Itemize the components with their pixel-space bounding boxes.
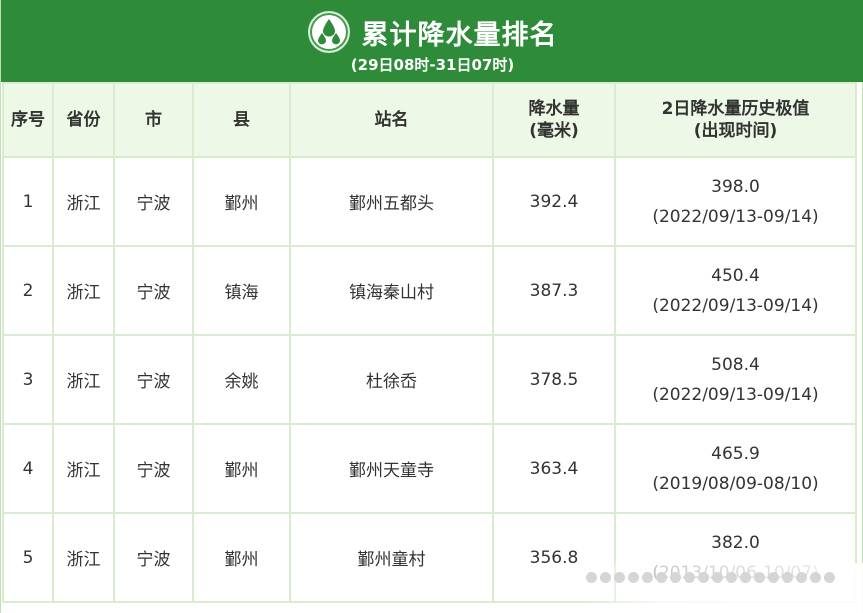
dot-icon bbox=[586, 572, 597, 583]
dot-icon bbox=[614, 572, 625, 583]
page-title: 累计降水量排名 bbox=[361, 19, 558, 51]
column-header-rank: 序号 bbox=[2, 82, 54, 158]
dot-icon bbox=[628, 572, 639, 583]
table-header-row: 序号 省份 市 县 站名 降水量 (毫米) 2日降水量历史极值 (出现时间) bbox=[2, 82, 857, 158]
column-header-history: 2日降水量历史极值 (出现时间) bbox=[614, 82, 857, 158]
column-header-station: 站名 bbox=[289, 82, 494, 158]
cell-province: 浙江 bbox=[52, 423, 115, 514]
dot-icon bbox=[670, 572, 681, 583]
cell-station: 鄞州五都头 bbox=[289, 156, 494, 247]
dot-icon bbox=[656, 572, 667, 583]
history-value: 450.4 bbox=[711, 265, 760, 286]
dot-icon bbox=[698, 572, 709, 583]
cell-county: 鄞州 bbox=[192, 156, 291, 247]
title-banner: 累计降水量排名 (29日08时-31日07时) bbox=[1, 0, 863, 82]
column-header-precip: 降水量 (毫米) bbox=[492, 82, 616, 158]
dot-icon bbox=[754, 572, 765, 583]
cell-province: 浙江 bbox=[52, 156, 115, 247]
history-value: 398.0 bbox=[711, 176, 760, 197]
cell-city: 宁波 bbox=[113, 423, 194, 514]
cell-history: 465.9 (2019/08/09-08/10) bbox=[614, 423, 857, 514]
history-header-line1: 2日降水量历史极值 bbox=[661, 99, 810, 119]
cell-precip: 363.4 bbox=[492, 423, 616, 514]
dot-icon bbox=[796, 572, 807, 583]
dot-icon bbox=[740, 572, 751, 583]
history-value: 508.4 bbox=[711, 354, 760, 375]
cell-station: 杜徐岙 bbox=[289, 334, 494, 425]
more-dots-indicator bbox=[586, 572, 835, 583]
column-header-province: 省份 bbox=[52, 82, 115, 158]
history-date: (2022/09/13-09/14) bbox=[652, 206, 819, 227]
image-fade-overlay bbox=[576, 563, 863, 613]
cell-county: 余姚 bbox=[192, 334, 291, 425]
cell-county: 镇海 bbox=[192, 245, 291, 336]
cell-history: 450.4 (2022/09/13-09/14) bbox=[614, 245, 857, 336]
history-date: (2022/09/13-09/14) bbox=[652, 295, 819, 316]
cell-history: 398.0 (2022/09/13-09/14) bbox=[614, 156, 857, 247]
title-row: 累计降水量排名 bbox=[1, 10, 863, 54]
table-row: 2 浙江 宁波 镇海 镇海秦山村 387.3 450.4 (2022/09/13… bbox=[2, 245, 857, 336]
dot-icon bbox=[684, 572, 695, 583]
cell-station: 鄞州天童寺 bbox=[289, 423, 494, 514]
cell-precip: 387.3 bbox=[492, 245, 616, 336]
cell-county: 鄞州 bbox=[192, 512, 291, 603]
history-date: (2022/09/13-09/14) bbox=[652, 384, 819, 405]
history-date: (2019/08/09-08/10) bbox=[652, 473, 819, 494]
table-row: 4 浙江 宁波 鄞州 鄞州天童寺 363.4 465.9 (2019/08/09… bbox=[2, 423, 857, 514]
cell-rank: 5 bbox=[2, 512, 54, 603]
column-header-city: 市 bbox=[113, 82, 194, 158]
cell-province: 浙江 bbox=[52, 334, 115, 425]
dot-icon bbox=[810, 572, 821, 583]
cell-county: 鄞州 bbox=[192, 423, 291, 514]
dot-icon bbox=[824, 572, 835, 583]
cell-precip: 378.5 bbox=[492, 334, 616, 425]
cell-city: 宁波 bbox=[113, 512, 194, 603]
cell-city: 宁波 bbox=[113, 245, 194, 336]
table-row: 3 浙江 宁波 余姚 杜徐岙 378.5 508.4 (2022/09/13-0… bbox=[2, 334, 857, 425]
dot-icon bbox=[782, 572, 793, 583]
history-value: 382.0 bbox=[711, 532, 760, 553]
cell-province: 浙江 bbox=[52, 245, 115, 336]
precip-header-line2: (毫米) bbox=[529, 121, 579, 141]
precipitation-ranking-table: 序号 省份 市 县 站名 降水量 (毫米) 2日降水量历史极值 (出现时间) 1… bbox=[2, 82, 857, 603]
history-header-line2: (出现时间) bbox=[693, 121, 778, 141]
dot-icon bbox=[712, 572, 723, 583]
cell-city: 宁波 bbox=[113, 334, 194, 425]
dot-icon bbox=[642, 572, 653, 583]
ranking-card: 累计降水量排名 (29日08时-31日07时) 序号 省份 市 县 站名 降水量… bbox=[0, 0, 863, 613]
history-value: 465.9 bbox=[711, 443, 760, 464]
cell-rank: 3 bbox=[2, 334, 54, 425]
time-range-subtitle: (29日08时-31日07时) bbox=[350, 56, 515, 74]
cell-station: 镇海秦山村 bbox=[289, 245, 494, 336]
raindrops-icon bbox=[307, 11, 350, 53]
cell-rank: 2 bbox=[2, 245, 54, 336]
table-row: 1 浙江 宁波 鄞州 鄞州五都头 392.4 398.0 (2022/09/13… bbox=[2, 156, 857, 247]
dot-icon bbox=[726, 572, 737, 583]
cell-rank: 4 bbox=[2, 423, 54, 514]
cell-province: 浙江 bbox=[52, 512, 115, 603]
cell-station: 鄞州童村 bbox=[289, 512, 494, 603]
cell-city: 宁波 bbox=[113, 156, 194, 247]
dot-icon bbox=[600, 572, 611, 583]
cell-rank: 1 bbox=[2, 156, 54, 247]
column-header-county: 县 bbox=[192, 82, 291, 158]
cell-history: 508.4 (2022/09/13-09/14) bbox=[614, 334, 857, 425]
cell-precip: 392.4 bbox=[492, 156, 616, 247]
precip-header-line1: 降水量 bbox=[528, 99, 580, 119]
dot-icon bbox=[768, 572, 779, 583]
